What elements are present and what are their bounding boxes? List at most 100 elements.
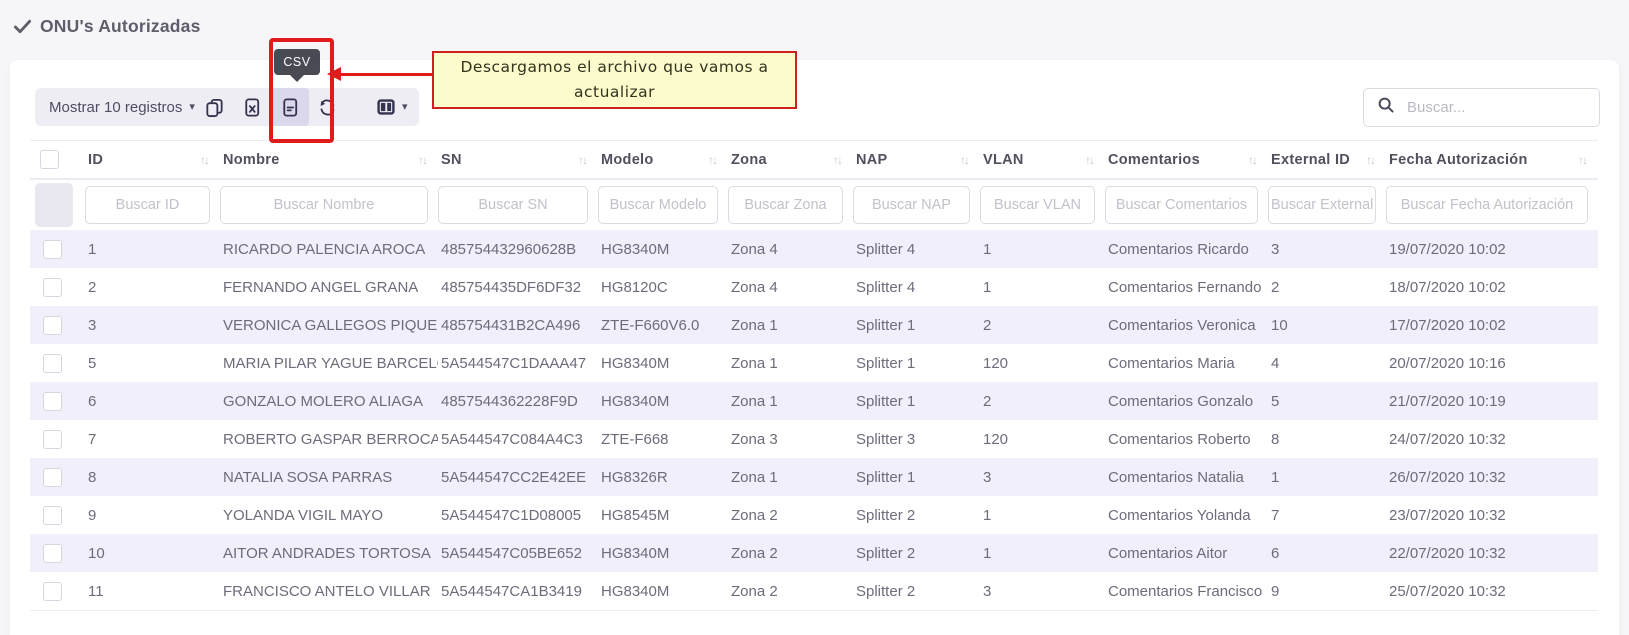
cell-comentarios: Comentarios Yolanda: [1105, 496, 1268, 534]
column-label: VLAN: [983, 152, 1024, 168]
row-checkbox[interactable]: [43, 316, 62, 335]
cell-nap: Splitter 1: [853, 458, 980, 496]
cell-vlan: 3: [980, 458, 1105, 496]
cell-vlan: 1: [980, 268, 1105, 306]
cell-nap: Splitter 2: [853, 496, 980, 534]
cell-id: 5: [85, 344, 220, 382]
column-header-external_id[interactable]: External ID↑↓: [1268, 141, 1386, 180]
column-header-id[interactable]: ID↑↓: [85, 141, 220, 180]
filter-input-external_id[interactable]: [1268, 186, 1376, 224]
cell-fecha: 20/07/2020 10:16: [1386, 344, 1598, 382]
cell-fecha: 23/07/2020 10:32: [1386, 496, 1598, 534]
column-label: SN: [441, 152, 462, 168]
cell-zona: Zona 2: [728, 496, 853, 534]
cell-nombre: GONZALO MOLERO ALIAGA: [220, 382, 438, 420]
table-row: 1RICARDO PALENCIA AROCA485754432960628BH…: [30, 230, 1598, 268]
row-checkbox[interactable]: [43, 582, 62, 601]
cell-external_id: 8: [1268, 420, 1386, 458]
filter-input-nap[interactable]: [853, 186, 970, 224]
column-header-modelo[interactable]: Modelo↑↓: [598, 141, 728, 180]
filter-input-fecha[interactable]: [1386, 186, 1588, 224]
cell-sn: 485754435DF6DF32: [438, 268, 598, 306]
cell-external_id: 3: [1268, 230, 1386, 268]
cell-external_id: 9: [1268, 572, 1386, 611]
cell-vlan: 1: [980, 496, 1105, 534]
row-checkbox[interactable]: [43, 468, 62, 487]
csv-tooltip: CSV: [274, 49, 320, 75]
cell-zona: Zona 4: [728, 268, 853, 306]
filter-input-vlan[interactable]: [980, 186, 1095, 224]
cell-fecha: 19/07/2020 10:02: [1386, 230, 1598, 268]
cell-comentarios: Comentarios Francisco: [1105, 572, 1268, 611]
chevron-down-icon: ▾: [402, 102, 408, 113]
column-label: Nombre: [223, 152, 280, 168]
row-select-cell: [30, 344, 85, 382]
global-search: [1363, 88, 1600, 127]
filter-input-sn[interactable]: [438, 186, 588, 224]
cell-nap: Splitter 1: [853, 382, 980, 420]
cell-zona: Zona 4: [728, 230, 853, 268]
table-row: 2FERNANDO ANGEL GRANA485754435DF6DF32HG8…: [30, 268, 1598, 306]
chevron-down-icon: ▾: [189, 102, 195, 113]
cell-vlan: 2: [980, 382, 1105, 420]
row-select-cell: [30, 420, 85, 458]
reload-button[interactable]: [309, 88, 347, 126]
column-visibility-button[interactable]: ▾: [365, 88, 419, 126]
cell-nombre: NATALIA SOSA PARRAS: [220, 458, 438, 496]
row-checkbox[interactable]: [43, 240, 62, 259]
filter-input-id[interactable]: [85, 186, 210, 224]
search-input[interactable]: [1405, 98, 1599, 117]
table-filter-row: [30, 179, 1598, 230]
cell-nombre: VERONICA GALLEGOS PIQUER: [220, 306, 438, 344]
filter-cell-nap: [853, 179, 980, 230]
filter-input-modelo[interactable]: [598, 186, 718, 224]
cell-modelo: HG8340M: [598, 344, 728, 382]
row-checkbox[interactable]: [43, 544, 62, 563]
column-header-sn[interactable]: SN↑↓: [438, 141, 598, 180]
table-row: 8NATALIA SOSA PARRAS5A544547CC2E42EEHG83…: [30, 458, 1598, 496]
filter-cell-sn: [438, 179, 598, 230]
copy-button[interactable]: [195, 88, 233, 126]
column-header-nombre[interactable]: Nombre↑↓: [220, 141, 438, 180]
filter-input-zona[interactable]: [728, 186, 843, 224]
cell-external_id: 6: [1268, 534, 1386, 572]
column-header-comentarios[interactable]: Comentarios↑↓: [1105, 141, 1268, 180]
filter-input-comentarios[interactable]: [1105, 186, 1258, 224]
row-checkbox[interactable]: [43, 392, 62, 411]
column-header-nap[interactable]: NAP↑↓: [853, 141, 980, 180]
row-checkbox[interactable]: [43, 506, 62, 525]
cell-modelo: ZTE-F668: [598, 420, 728, 458]
column-label: External ID: [1271, 152, 1350, 168]
cell-comentarios: Comentarios Veronica: [1105, 306, 1268, 344]
cell-id: 3: [85, 306, 220, 344]
cell-fecha: 18/07/2020 10:02: [1386, 268, 1598, 306]
cell-sn: 485754432960628B: [438, 230, 598, 268]
filter-blank: [35, 183, 73, 227]
csv-export-button[interactable]: [271, 88, 309, 126]
cell-zona: Zona 1: [728, 458, 853, 496]
column-header-vlan[interactable]: VLAN↑↓: [980, 141, 1105, 180]
annotation-arrowhead-icon: [327, 67, 341, 81]
cell-sn: 5A544547CC2E42EE: [438, 458, 598, 496]
cell-nap: Splitter 2: [853, 572, 980, 611]
cell-sn: 5A544547CA1B3419: [438, 572, 598, 611]
select-all-checkbox[interactable]: [40, 150, 59, 169]
column-header-zona[interactable]: Zona↑↓: [728, 141, 853, 180]
cell-modelo: HG8340M: [598, 230, 728, 268]
column-header-fecha[interactable]: Fecha Autorización↑↓: [1386, 141, 1598, 180]
cell-id: 2: [85, 268, 220, 306]
row-checkbox[interactable]: [43, 430, 62, 449]
cell-comentarios: Comentarios Gonzalo: [1105, 382, 1268, 420]
cell-sn: 5A544547C05BE652: [438, 534, 598, 572]
row-checkbox[interactable]: [43, 278, 62, 297]
excel-export-button[interactable]: [233, 88, 271, 126]
row-checkbox[interactable]: [43, 354, 62, 373]
row-select-cell: [30, 496, 85, 534]
page-title: ONU's Autorizadas: [13, 16, 201, 37]
table-header-row: ID↑↓Nombre↑↓SN↑↓Modelo↑↓Zona↑↓NAP↑↓VLAN↑…: [30, 141, 1598, 180]
filter-input-nombre[interactable]: [220, 186, 428, 224]
cell-modelo: ZTE-F660V6.0: [598, 306, 728, 344]
page-length-dropdown[interactable]: Mostrar 10 registros ▾: [35, 99, 195, 116]
cell-external_id: 5: [1268, 382, 1386, 420]
annotation-arrow: [340, 73, 432, 76]
